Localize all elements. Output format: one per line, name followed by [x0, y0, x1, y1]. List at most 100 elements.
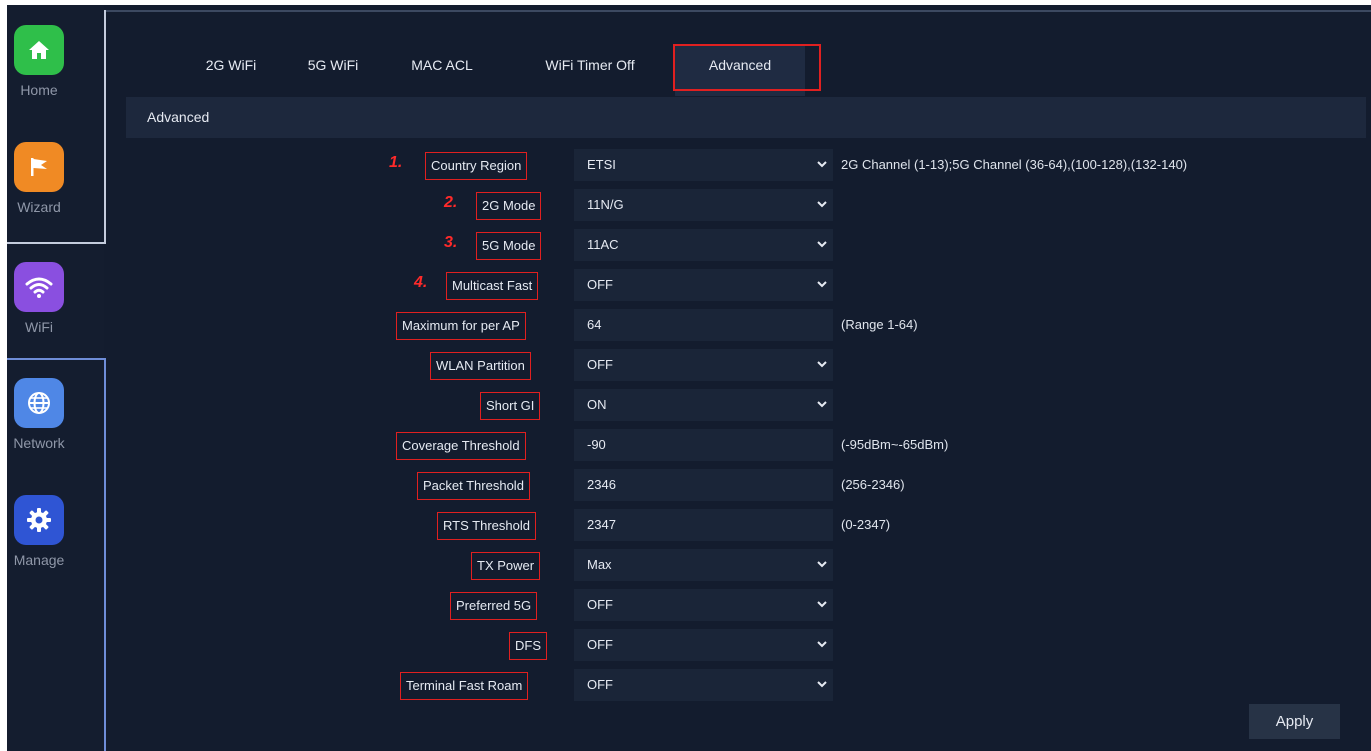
- field-label: Short GI: [480, 392, 541, 420]
- step-number: 1.: [389, 154, 403, 171]
- short-gi-select[interactable]: ON: [574, 389, 833, 421]
- chevron-down-icon: [815, 629, 829, 661]
- select-value: 11N/G: [587, 197, 624, 212]
- tab-advanced[interactable]: Advanced: [675, 45, 805, 96]
- input-value: 64: [587, 317, 602, 332]
- chevron-down-icon: [815, 669, 829, 701]
- field-label: Preferred 5G: [450, 592, 538, 620]
- form-row-dfs: DFS OFF: [106, 629, 1371, 661]
- rts-threshold-input[interactable]: 2347: [574, 509, 833, 541]
- step-number: 2.: [444, 194, 458, 211]
- form-row-tx-power: TX Power Max: [106, 549, 1371, 581]
- chevron-down-icon: [815, 189, 829, 221]
- terminal-fast-roam-select[interactable]: OFF: [574, 669, 833, 701]
- chevron-down-icon: [815, 389, 829, 421]
- sidebar-separator: [7, 358, 106, 360]
- select-value: OFF: [587, 597, 613, 612]
- input-value: 2347: [587, 517, 616, 532]
- field-hint: (0-2347): [841, 517, 891, 532]
- preferred-5g-select[interactable]: OFF: [574, 589, 833, 621]
- sidebar-item-manage[interactable]: Manage: [7, 475, 104, 591]
- tab-bar: 2G WiFi 5G WiFi MAC ACL WiFi Timer Off A…: [106, 45, 1371, 96]
- select-value: Max: [587, 557, 612, 572]
- multicast-fast-select[interactable]: OFF: [574, 269, 833, 301]
- sidebar-item-home[interactable]: Home: [7, 5, 104, 121]
- tab-wifi-timer-off[interactable]: WiFi Timer Off: [531, 45, 649, 96]
- globe-icon: [14, 378, 64, 428]
- tab-mac-acl[interactable]: MAC ACL: [402, 45, 482, 96]
- form-row-short-gi: Short GI ON: [106, 389, 1371, 421]
- field-hint: 2G Channel (1-13);5G Channel (36-64),(10…: [841, 157, 1188, 172]
- step-number: 3.: [444, 234, 458, 251]
- chevron-down-icon: [815, 149, 829, 181]
- sidebar-item-wizard[interactable]: Wizard: [7, 122, 104, 238]
- field-hint: (-95dBm~-65dBm): [841, 437, 949, 452]
- 5g-mode-select[interactable]: 11AC: [574, 229, 833, 261]
- input-value: 2346: [587, 477, 616, 492]
- field-label: Packet Threshold: [417, 472, 530, 500]
- sidebar: Home Wizard WiFi Network Manage: [7, 5, 104, 751]
- app-window: Home Wizard WiFi Network Manage 2G WiFi …: [7, 5, 1371, 751]
- country-region-select[interactable]: ETSI: [574, 149, 833, 181]
- chevron-down-icon: [815, 269, 829, 301]
- 2g-mode-select[interactable]: 11N/G: [574, 189, 833, 221]
- select-value: OFF: [587, 677, 613, 692]
- max-per-ap-input[interactable]: 64: [574, 309, 833, 341]
- form-row-packet-threshold: Packet Threshold 2346 (256-2346): [106, 469, 1371, 501]
- input-value: -90: [587, 437, 606, 452]
- select-value: OFF: [587, 357, 613, 372]
- field-label: 5G Mode: [476, 232, 542, 260]
- sidebar-item-label: Wizard: [17, 199, 61, 215]
- sidebar-item-wifi[interactable]: WiFi: [7, 242, 104, 358]
- apply-button[interactable]: Apply: [1249, 704, 1340, 739]
- select-value: OFF: [587, 637, 613, 652]
- tab-5g-wifi[interactable]: 5G WiFi: [298, 45, 368, 96]
- sidebar-item-network[interactable]: Network: [7, 358, 104, 474]
- field-label: Multicast Fast: [446, 272, 539, 300]
- field-label: Terminal Fast Roam: [400, 672, 529, 700]
- section-title: Advanced: [126, 97, 1366, 138]
- tx-power-select[interactable]: Max: [574, 549, 833, 581]
- field-label: WLAN Partition: [430, 352, 531, 380]
- chevron-down-icon: [815, 549, 829, 581]
- wifi-icon: [14, 262, 64, 312]
- field-label: Maximum for per AP: [396, 312, 526, 340]
- select-value: 11AC: [587, 237, 619, 252]
- gear-icon: [14, 495, 64, 545]
- select-value: ON: [587, 397, 607, 412]
- packet-threshold-input[interactable]: 2346: [574, 469, 833, 501]
- tab-2g-wifi[interactable]: 2G WiFi: [196, 45, 266, 96]
- form-row-rts-threshold: RTS Threshold 2347 (0-2347): [106, 509, 1371, 541]
- select-value: OFF: [587, 277, 613, 292]
- wlan-partition-select[interactable]: OFF: [574, 349, 833, 381]
- chevron-down-icon: [815, 349, 829, 381]
- form-row-multicast-fast: 4. Multicast Fast OFF: [106, 269, 1371, 301]
- flag-icon: [14, 142, 64, 192]
- field-label: Country Region: [425, 152, 528, 180]
- form-row-max-per-ap: Maximum for per AP 64 (Range 1-64): [106, 309, 1371, 341]
- select-value: ETSI: [587, 157, 616, 172]
- main-content: 2G WiFi 5G WiFi MAC ACL WiFi Timer Off A…: [106, 5, 1371, 751]
- field-label: RTS Threshold: [437, 512, 536, 540]
- sidebar-item-label: Manage: [13, 552, 65, 568]
- sidebar-item-label: Home: [20, 82, 58, 98]
- field-hint: (256-2346): [841, 477, 905, 492]
- form-row-preferred-5g: Preferred 5G OFF: [106, 589, 1371, 621]
- sidebar-item-label: Network: [13, 435, 65, 451]
- home-icon: [14, 25, 64, 75]
- field-label: 2G Mode: [476, 192, 542, 220]
- field-label: DFS: [509, 632, 547, 660]
- form-row-5g-mode: 3. 5G Mode 11AC: [106, 229, 1371, 261]
- sidebar-item-label: WiFi: [25, 319, 53, 335]
- dfs-select[interactable]: OFF: [574, 629, 833, 661]
- sidebar-separator: [7, 242, 106, 244]
- chevron-down-icon: [815, 229, 829, 261]
- coverage-threshold-input[interactable]: -90: [574, 429, 833, 461]
- form-row-terminal-fast-roam: Terminal Fast Roam OFF: [106, 669, 1371, 701]
- form-row-country-region: 1. Country Region ETSI 2G Channel (1-13)…: [106, 149, 1371, 181]
- field-hint: (Range 1-64): [841, 317, 918, 332]
- form-row-2g-mode: 2. 2G Mode 11N/G: [106, 189, 1371, 221]
- step-number: 4.: [414, 274, 428, 291]
- chevron-down-icon: [815, 589, 829, 621]
- field-label: TX Power: [471, 552, 541, 580]
